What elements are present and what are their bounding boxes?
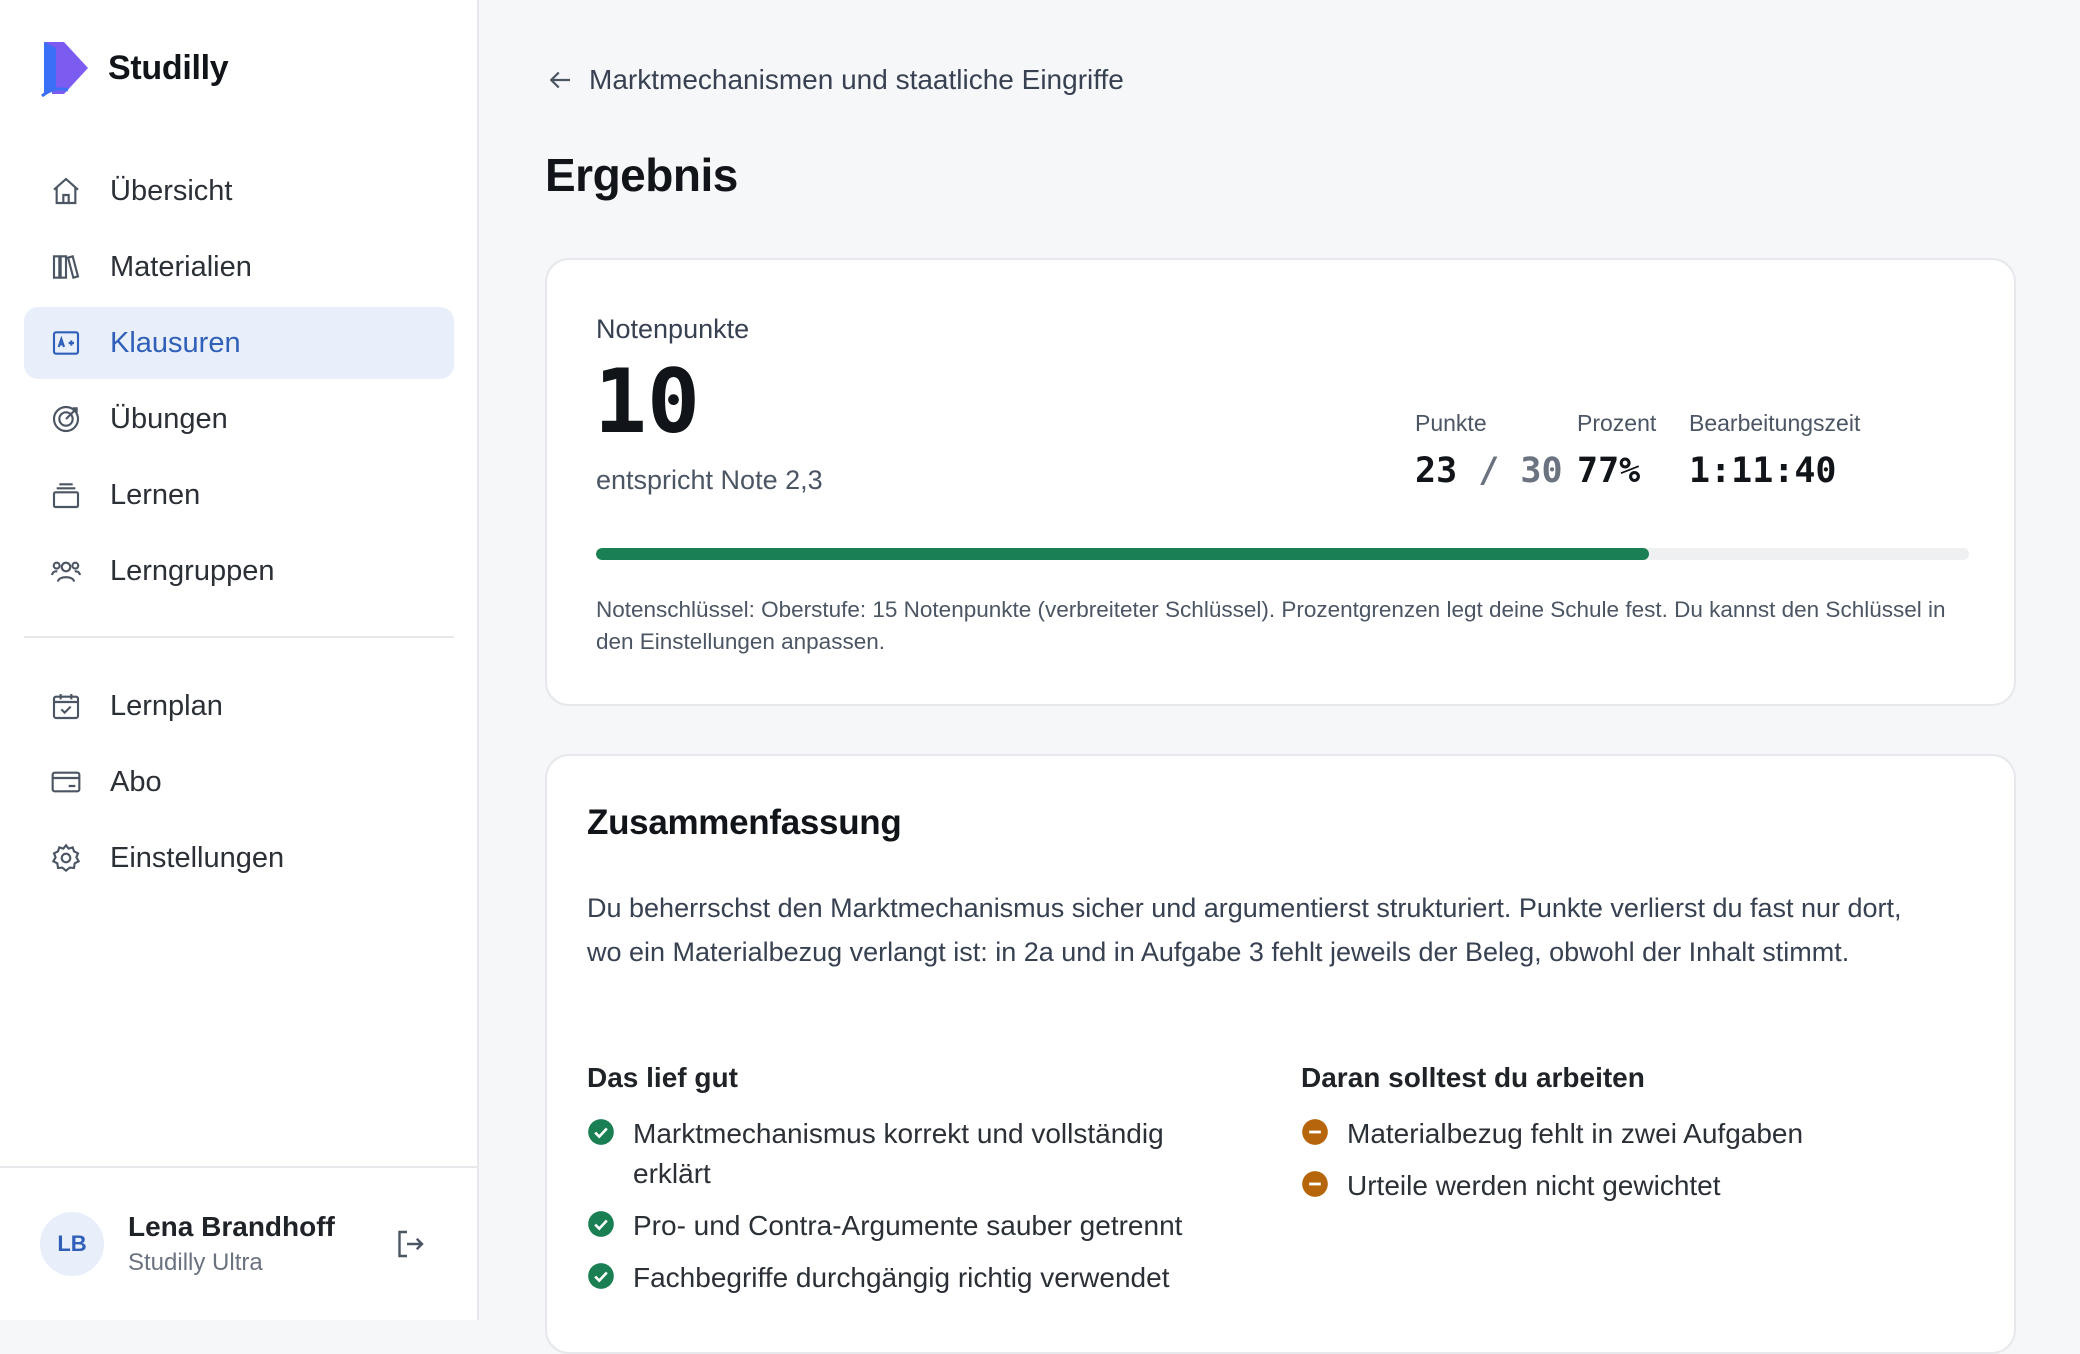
points-max: 30: [1520, 451, 1563, 491]
list-item: Urteile werden nicht gewichtet: [1301, 1166, 1961, 1206]
books-icon: [48, 249, 84, 285]
summary-card: Zusammenfassung Du beherrschst den Markt…: [545, 754, 2016, 1354]
stat-points-value: 23 / 30: [1415, 451, 1563, 491]
stat-time: Bearbeitungszeit 1:11:40: [1689, 410, 1860, 491]
nav-item-lerngruppen[interactable]: Lerngruppen: [24, 535, 454, 607]
points-score: 23: [1415, 451, 1458, 491]
nav-item-materialien[interactable]: Materialien: [24, 231, 454, 303]
breadcrumb-label: Marktmechanismen und staatliche Eingriff…: [589, 64, 1124, 95]
list-item: Fachbegriffe durchgängig richtig verwend…: [587, 1258, 1227, 1298]
check-circle-icon: [588, 1119, 614, 1145]
summary-title: Zusammenfassung: [587, 803, 902, 842]
stat-time-label: Bearbeitungszeit: [1689, 410, 1861, 436]
score-progress-bar: [596, 548, 1969, 560]
improvement-text: Urteile werden nicht gewichtet: [1347, 1170, 1721, 1201]
brand[interactable]: Studilly: [38, 38, 229, 98]
points-separator: /: [1457, 451, 1521, 491]
check-circle-icon: [588, 1211, 614, 1237]
strength-text: Fachbegriffe durchgängig richtig verwend…: [633, 1262, 1170, 1293]
grade-label: Notenpunkte: [596, 314, 750, 344]
nav-item-klausuren[interactable]: Klausuren: [24, 307, 454, 379]
secondary-nav: Lernplan Abo Einstellungen: [24, 670, 454, 898]
exam-icon: [48, 325, 84, 361]
nav-item-lernen[interactable]: Lernen: [24, 459, 454, 531]
summary-text: Du beherrschst den Marktmechanismus sich…: [587, 893, 1902, 967]
improvements-column: Daran solltest du arbeiten Materialbezug…: [1301, 1062, 1961, 1218]
grade-note: entspricht Note 2,3: [596, 465, 823, 495]
stat-points: Punkte 23 / 30: [1415, 410, 1563, 491]
logout-icon[interactable]: [392, 1226, 428, 1262]
nav-item-label: Einstellungen: [110, 841, 285, 874]
grade-value: 10: [594, 350, 700, 453]
strengths-column: Das lief gut Marktmechanismus korrekt un…: [587, 1062, 1227, 1310]
check-circle-icon: [588, 1263, 614, 1289]
avatar[interactable]: LB: [40, 1212, 104, 1276]
strengths-title: Das lief gut: [587, 1062, 738, 1093]
minus-circle-icon: [1302, 1171, 1328, 1197]
nav-item-label: Abo: [110, 765, 162, 798]
stat-percent-label: Prozent: [1577, 410, 1657, 436]
list-item: Materialbezug fehlt in zwei Aufgaben: [1301, 1114, 1961, 1154]
stat-percent-value: 77%: [1577, 451, 1641, 491]
target-icon: [48, 401, 84, 437]
nav-item-einstellungen[interactable]: Einstellungen: [24, 822, 454, 894]
strength-text: Pro- und Contra-Argumente sauber getrenn…: [633, 1210, 1183, 1241]
user-panel: LB Lena Brandhoff Studilly Ultra: [0, 1166, 477, 1320]
improvements-title: Daran solltest du arbeiten: [1301, 1062, 1645, 1093]
gear-icon: [48, 840, 84, 876]
nav-item-label: Lernen: [110, 478, 201, 511]
stat-percent: Prozent 77%: [1577, 410, 1656, 491]
nav-item-label: Lernplan: [110, 689, 223, 722]
card-icon: [48, 764, 84, 800]
sidebar: Studilly Übersicht Materialien Klausuren: [0, 0, 479, 1320]
studilly-logo-icon: [41, 42, 88, 98]
result-card: Notenpunkte 10 entspricht Note 2,3 Punkt…: [545, 258, 2016, 706]
nav-item-uebungen[interactable]: Übungen: [24, 383, 454, 455]
breadcrumb-back-link[interactable]: Marktmechanismen und staatliche Eingriff…: [545, 64, 1124, 96]
score-progress-fill: [596, 548, 1650, 560]
nav-item-label: Materialien: [110, 250, 252, 283]
calendar-icon: [48, 688, 84, 724]
arrow-left-icon: [549, 71, 570, 89]
nav-item-abo[interactable]: Abo: [24, 746, 454, 818]
brand-name: Studilly: [108, 48, 229, 87]
list-item: Marktmechanismus korrekt und vollständig…: [587, 1114, 1227, 1194]
minus-circle-icon: [1302, 1119, 1328, 1145]
user-info: Lena Brandhoff Studilly Ultra: [128, 1211, 335, 1277]
nav-item-uebersicht[interactable]: Übersicht: [24, 155, 454, 227]
page-title: Ergebnis: [545, 149, 738, 201]
nav-divider: [24, 636, 454, 638]
nav-item-label: Lerngruppen: [110, 554, 275, 587]
improvement-text: Materialbezug fehlt in zwei Aufgaben: [1347, 1118, 1804, 1149]
home-icon: [48, 173, 84, 209]
user-plan: Studilly Ultra: [128, 1249, 263, 1276]
improvements-list: Materialbezug fehlt in zwei Aufgaben Urt…: [1301, 1114, 1961, 1206]
nav-item-lernplan[interactable]: Lernplan: [24, 670, 454, 742]
primary-nav: Übersicht Materialien Klausuren Übungen: [24, 155, 454, 611]
list-item: Pro- und Contra-Argumente sauber getrenn…: [587, 1206, 1227, 1246]
nav-item-label: Übungen: [110, 402, 228, 435]
nav-item-label: Übersicht: [110, 174, 233, 207]
group-icon: [48, 553, 84, 589]
user-name: Lena Brandhoff: [128, 1211, 335, 1242]
stack-icon: [48, 477, 84, 513]
stat-points-label: Punkte: [1415, 410, 1487, 436]
grading-key-note: Notenschlüssel: Oberstufe: 15 Notenpunkt…: [596, 597, 1946, 654]
strengths-list: Marktmechanismus korrekt und vollständig…: [587, 1114, 1227, 1298]
strength-text: Marktmechanismus korrekt und vollständig…: [633, 1118, 1164, 1189]
nav-item-label: Klausuren: [110, 326, 241, 359]
stat-time-value: 1:11:40: [1689, 451, 1837, 491]
